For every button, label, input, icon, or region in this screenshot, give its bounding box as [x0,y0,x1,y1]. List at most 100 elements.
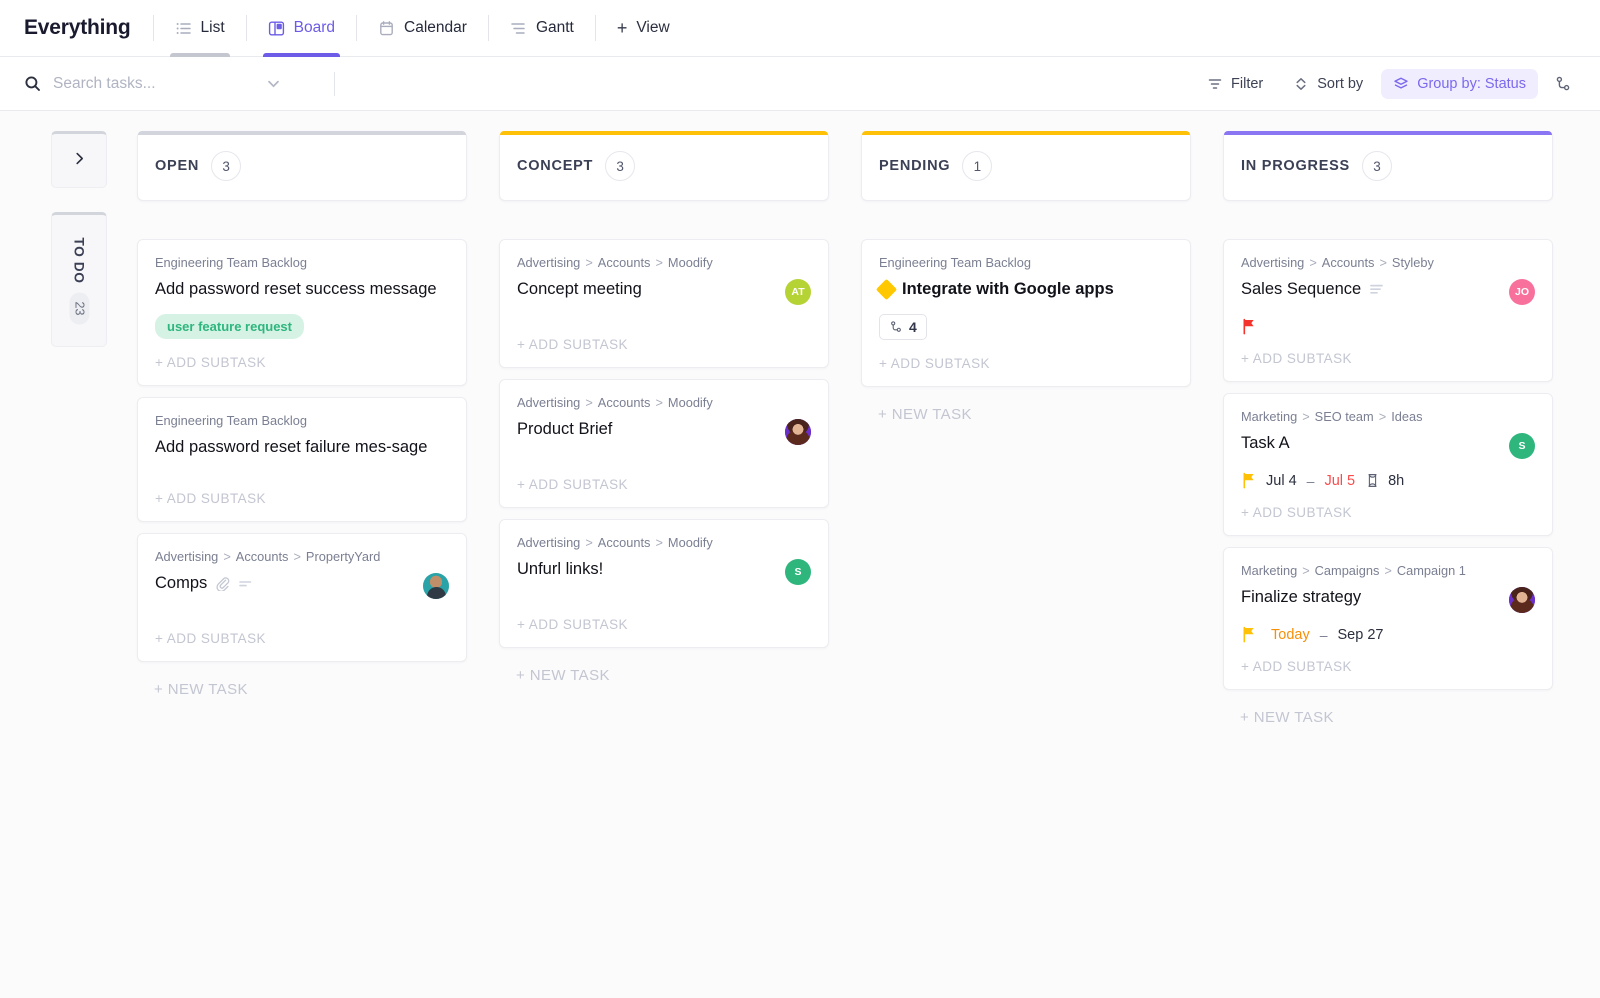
tab-board-label: Board [294,19,335,37]
search-container [24,75,316,93]
task-start-date[interactable]: Jul 4 [1266,473,1297,489]
column-header[interactable]: IN PROGRESS 3 [1223,131,1553,201]
subtask-branch-icon[interactable] [1548,69,1578,99]
breadcrumb-item: Campaign 1 [1397,563,1466,578]
board-area: TO DO 23 OPEN 3 Engineering Team Backlog [0,111,1600,998]
avatar[interactable]: S [785,559,811,585]
avatar[interactable]: JO [1509,279,1535,305]
task-due-date[interactable]: Sep 27 [1338,627,1384,643]
task-card[interactable]: Marketing > Campaigns > Campaign 1 Final… [1223,547,1553,690]
calendar-icon [378,20,395,37]
board-column-in-progress: IN PROGRESS 3 Advertising > Accounts > S… [1223,131,1553,998]
breadcrumb-item: Engineering Team Backlog [155,413,307,428]
chevron-right-icon [71,150,88,172]
new-task-button[interactable]: + NEW TASK [1223,701,1553,726]
expand-sidebar-button[interactable] [51,131,107,188]
task-card[interactable]: Engineering Team Backlog Add password re… [137,239,467,386]
breadcrumb-separator: > [655,255,662,270]
breadcrumb-item: Accounts [1322,255,1375,270]
search-input[interactable] [53,75,253,93]
add-subtask-button[interactable]: + ADD SUBTASK [517,461,811,507]
subtask-count: 4 [909,319,917,335]
column-accent-bar [138,131,466,135]
task-card[interactable]: Advertising > Accounts > Moodify Product… [499,379,829,508]
tab-gantt[interactable]: Gantt [489,0,595,56]
paperclip-icon[interactable] [215,576,230,591]
task-card[interactable]: Marketing > SEO team > Ideas Task A S [1223,393,1553,536]
tab-calendar[interactable]: Calendar [357,0,488,56]
flag-icon[interactable] [1241,626,1257,643]
breadcrumb: Advertising > Accounts > Moodify [517,535,811,550]
subtask-branch-icon [889,320,903,334]
task-title: Concept meeting [517,279,642,301]
task-start-date[interactable]: Today [1271,627,1310,643]
tab-underline [612,53,675,57]
avatar[interactable] [785,419,811,445]
add-subtask-button[interactable]: + ADD SUBTASK [1241,489,1535,535]
column-cards: Engineering Team Backlog Add password re… [137,239,467,698]
filter-button[interactable]: Filter [1195,69,1275,99]
task-title: Comps [155,573,253,595]
tab-list[interactable]: List [154,0,246,56]
task-card[interactable]: Advertising > Accounts > Moodify Unfurl … [499,519,829,648]
sort-label: Sort by [1317,76,1363,92]
column-count: 3 [1362,151,1392,181]
task-title: Sales Sequence [1241,279,1384,301]
tab-add-view[interactable]: + View [596,0,691,56]
add-subtask-button[interactable]: + ADD SUBTASK [155,615,449,661]
avatar[interactable]: AT [785,279,811,305]
breadcrumb: Advertising > Accounts > Moodify [517,255,811,270]
column-header[interactable]: OPEN 3 [137,131,467,201]
breadcrumb-item: Accounts [598,395,651,410]
breadcrumb-item: Advertising [155,549,218,564]
add-subtask-button[interactable]: + ADD SUBTASK [879,340,1173,386]
column-header[interactable]: CONCEPT 3 [499,131,829,201]
task-meta: user feature request [155,314,449,339]
breadcrumb-separator: > [1302,563,1309,578]
breadcrumb: Engineering Team Backlog [155,413,449,428]
add-subtask-button[interactable]: + ADD SUBTASK [155,339,449,385]
task-tag[interactable]: user feature request [155,314,304,339]
task-card[interactable]: Engineering Team Backlog Integrate with … [861,239,1191,387]
breadcrumb-separator: > [1302,409,1309,424]
new-task-button[interactable]: + NEW TASK [137,673,467,698]
add-subtask-button[interactable]: + ADD SUBTASK [1241,335,1535,381]
task-card[interactable]: Engineering Team Backlog Add password re… [137,397,467,522]
sort-button[interactable]: Sort by [1281,69,1375,99]
avatar[interactable] [423,573,449,599]
breadcrumb-item: Campaigns [1315,563,1380,578]
avatar[interactable] [1509,587,1535,613]
task-card[interactable]: Advertising > Accounts > Styleby Sales S… [1223,239,1553,382]
breadcrumb-item: PropertyYard [306,549,380,564]
task-due-date[interactable]: Jul 5 [1324,473,1355,489]
date-separator: – [1306,473,1316,489]
search-icon [24,75,41,92]
task-card[interactable]: Advertising > Accounts > PropertyYard Co… [137,533,467,662]
breadcrumb-item: Ideas [1391,409,1422,424]
chevron-down-icon[interactable] [265,75,282,92]
rail-group-todo[interactable]: TO DO 23 [51,212,107,347]
flag-icon[interactable] [1241,472,1257,489]
breadcrumb: Engineering Team Backlog [155,255,449,270]
column-header[interactable]: PENDING 1 [861,131,1191,201]
task-card[interactable]: Advertising > Accounts > Moodify Concept… [499,239,829,368]
add-subtask-button[interactable]: + ADD SUBTASK [155,475,449,521]
subtask-count-badge[interactable]: 4 [879,314,927,340]
task-title: Integrate with Google apps [879,279,1114,301]
breadcrumb-item: Engineering Team Backlog [879,255,1031,270]
tab-board[interactable]: Board [247,0,356,56]
add-subtask-button[interactable]: + ADD SUBTASK [1241,643,1535,689]
tab-gantt-label: Gantt [536,19,574,37]
task-duration[interactable]: 8h [1388,473,1404,489]
flag-icon[interactable] [1241,318,1257,335]
group-by-button[interactable]: Group by: Status [1381,69,1538,99]
breadcrumb-item: Moodify [668,395,713,410]
column-accent-bar [500,131,828,135]
new-task-button[interactable]: + NEW TASK [499,659,829,684]
add-subtask-button[interactable]: + ADD SUBTASK [517,601,811,647]
breadcrumb-item: Advertising [517,255,580,270]
avatar[interactable]: S [1509,433,1535,459]
add-subtask-button[interactable]: + ADD SUBTASK [517,321,811,367]
tab-underline [170,53,230,57]
new-task-button[interactable]: + NEW TASK [861,398,1191,423]
